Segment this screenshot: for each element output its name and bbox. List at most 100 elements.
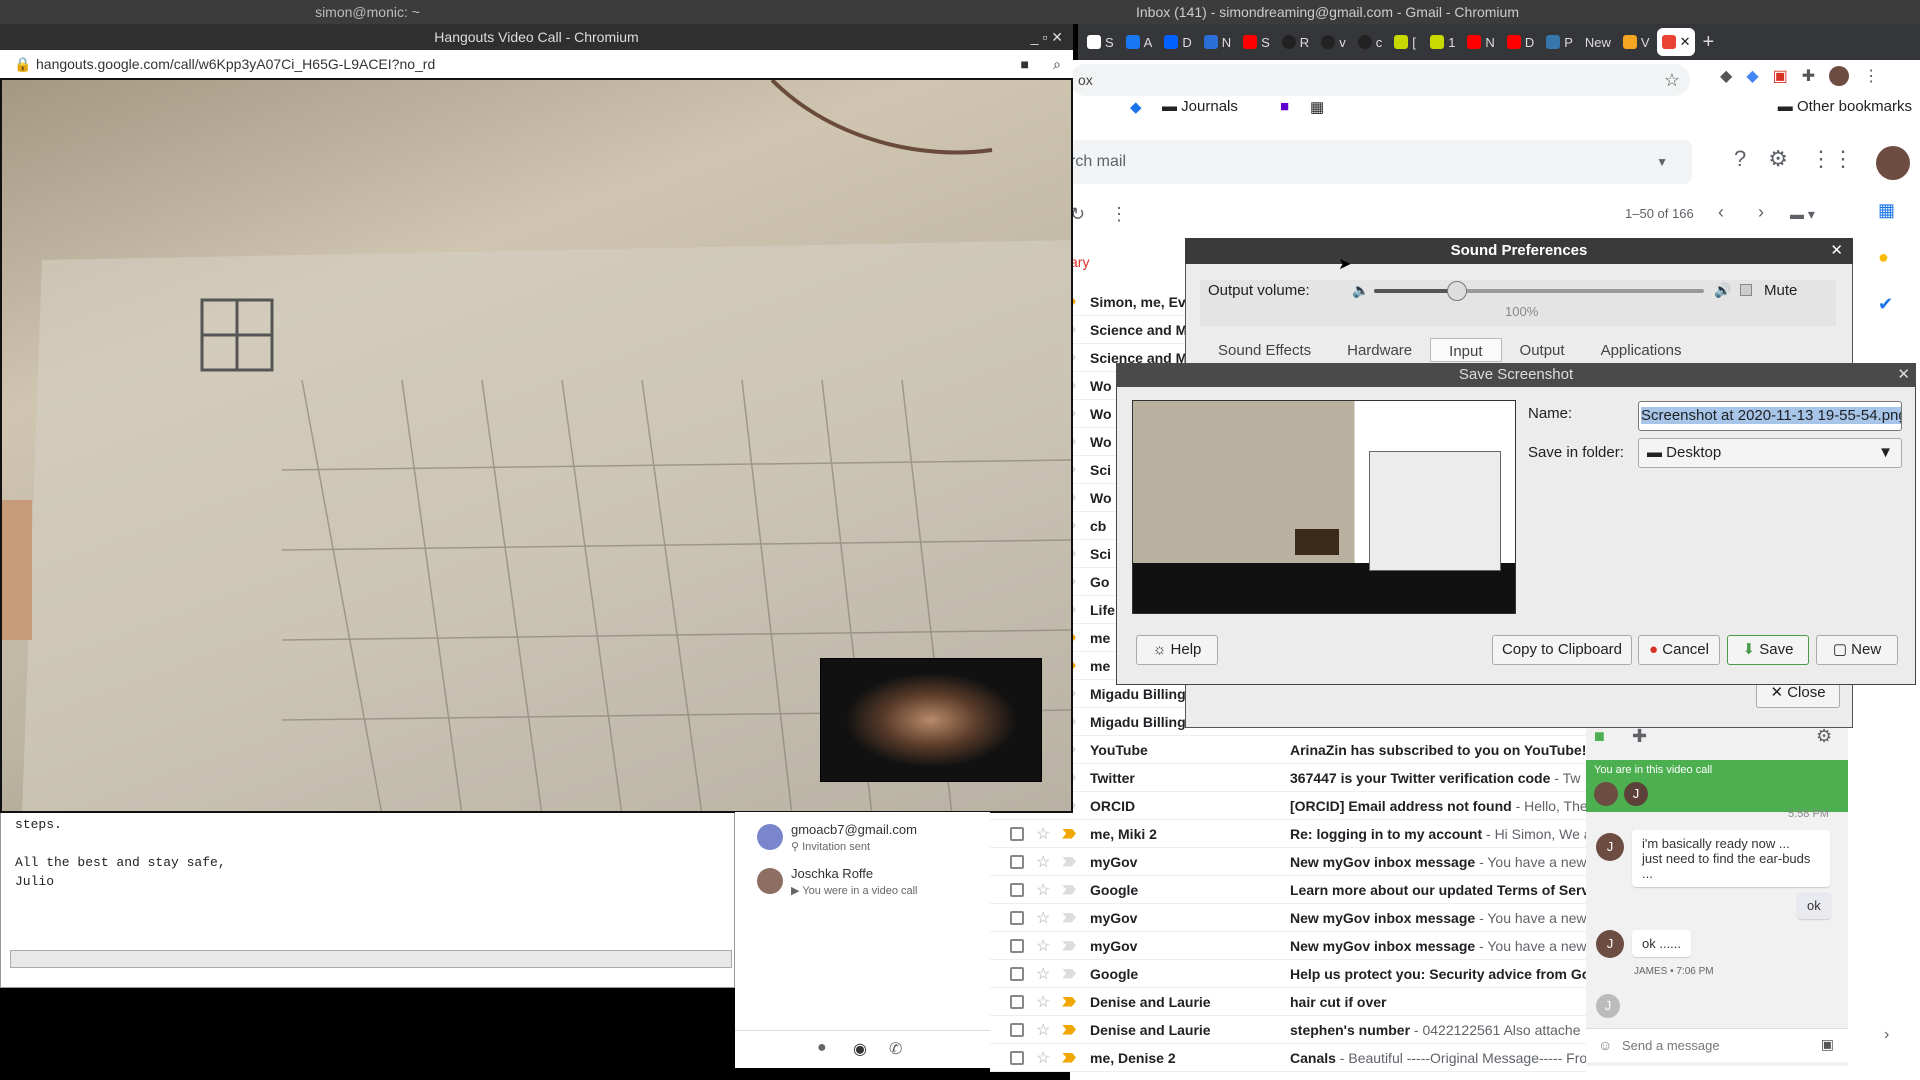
star-icon[interactable]: ☆	[1036, 824, 1054, 844]
tasks-icon[interactable]: ✔	[1878, 294, 1895, 315]
star-icon[interactable]: ☆	[1036, 1020, 1054, 1040]
row-checkbox[interactable]	[1010, 966, 1024, 981]
browser-tab-active[interactable]: ✕	[1656, 28, 1696, 56]
table-row[interactable]: ☆ me, Denise 2 Canals - Beautiful -----Ori…	[990, 1044, 1586, 1072]
browser-tab[interactable]: V	[1618, 28, 1655, 56]
important-icon[interactable]	[1062, 828, 1076, 839]
extension-icon[interactable]: ◆	[1720, 66, 1732, 86]
keyboard-icon[interactable]: ▬ ▾	[1790, 206, 1815, 223]
star-icon[interactable]: ☆	[1036, 880, 1054, 900]
chat-icon[interactable]: ◉	[853, 1039, 867, 1059]
row-checkbox[interactable]	[1010, 1022, 1024, 1037]
star-icon[interactable]: ☆	[1036, 936, 1054, 956]
puzzle-icon[interactable]: ✚	[1802, 66, 1815, 86]
table-row[interactable]: ☆ORCID[ORCID] Email address not found - …	[990, 792, 1586, 820]
image-icon[interactable]: ▣	[1821, 1036, 1834, 1053]
row-checkbox[interactable]	[1010, 994, 1024, 1009]
important-icon[interactable]	[1062, 856, 1076, 867]
star-icon[interactable]: ☆	[1036, 1048, 1054, 1068]
tab-output[interactable]: Output	[1502, 338, 1583, 362]
emoji-icon[interactable]: ☺	[1598, 1037, 1612, 1053]
row-checkbox[interactable]	[1010, 938, 1024, 953]
browser-tab[interactable]: c	[1353, 28, 1388, 56]
browser-tab[interactable]: S	[1082, 28, 1119, 56]
close-icon[interactable]: ✕	[1830, 238, 1843, 264]
browser-tab[interactable]: 1	[1425, 28, 1460, 56]
close-icon[interactable]: ✕	[1897, 363, 1910, 387]
row-checkbox[interactable]	[1010, 910, 1024, 925]
table-row[interactable]: ☆ Google Help us protect you: Security adv…	[990, 960, 1586, 988]
close-tab-icon[interactable]: ✕	[1680, 34, 1691, 50]
help-icon[interactable]: ?	[1734, 146, 1746, 180]
browser-tab[interactable]: R	[1277, 28, 1314, 56]
browser-tab[interactable]: New	[1580, 28, 1616, 56]
bookmark-icon[interactable]: ▦	[1310, 98, 1324, 116]
table-row[interactable]: ☆ myGov New myGov inbox message - You have…	[990, 848, 1586, 876]
phone-icon[interactable]: ✆	[889, 1039, 902, 1059]
table-row[interactable]: ☆ myGov New myGov inbox message - You have…	[990, 932, 1586, 960]
browser-tab[interactable]: N	[1462, 28, 1499, 56]
browser-tab[interactable]: A	[1121, 28, 1158, 56]
prev-page-icon[interactable]: ‹	[1718, 202, 1724, 223]
address-bar[interactable]: ox ☆	[1070, 64, 1690, 96]
hangouts-url-bar[interactable]: 🔒 hangouts.google.com/call/w6Kpp3yA07Ci_H…	[0, 50, 1073, 78]
other-bookmarks[interactable]: ▬ Other bookmarks	[1778, 98, 1912, 115]
new-tab-button[interactable]: +	[1697, 28, 1731, 56]
table-row[interactable]: ☆YouTubeArinaZin has subscribed to you o…	[990, 736, 1586, 764]
tab-input[interactable]: Input	[1430, 338, 1502, 362]
camera-icon[interactable]: ■	[1021, 50, 1029, 78]
terminal-scrollbar[interactable]	[10, 950, 732, 968]
tab-applications[interactable]: Applications	[1583, 338, 1700, 362]
browser-tab[interactable]: P	[1541, 28, 1578, 56]
gear-icon[interactable]: ⚙	[1768, 146, 1788, 180]
search-input[interactable]: rch mail ▼	[1062, 140, 1692, 184]
avatar[interactable]	[1875, 146, 1910, 180]
browser-tab[interactable]: S	[1238, 28, 1275, 56]
cancel-button[interactable]: ● Cancel	[1638, 635, 1720, 665]
volume-handle[interactable]	[1446, 281, 1467, 301]
avatar[interactable]	[1829, 66, 1850, 86]
row-checkbox[interactable]	[1010, 826, 1024, 841]
table-row[interactable]: ☆ myGov New myGov inbox message - You have…	[990, 904, 1586, 932]
table-row[interactable]: ☆Twitter367447 is your Twitter verificat…	[990, 764, 1586, 792]
important-icon[interactable]	[1062, 912, 1076, 923]
table-row[interactable]: ☆ Denise and Laurie stephen's number - 042…	[990, 1016, 1586, 1044]
filename-input[interactable]: Screenshot at 2020-11-13 19-55-54.png	[1638, 401, 1902, 431]
self-view-video[interactable]	[820, 658, 1042, 782]
mute-checkbox[interactable]	[1740, 284, 1752, 296]
row-checkbox[interactable]	[1010, 854, 1024, 869]
video-call-icon[interactable]: ■	[1594, 726, 1605, 747]
browser-tab[interactable]: D	[1159, 28, 1196, 56]
browser-tab[interactable]: [	[1389, 28, 1423, 56]
keep-icon[interactable]: ●	[1878, 247, 1895, 268]
window-controls[interactable]: _ ▫ ✕	[1031, 24, 1063, 50]
row-checkbox[interactable]	[1010, 1050, 1024, 1065]
table-row[interactable]: ☆ me, Miki 2 Re: logging in to my account …	[990, 820, 1586, 848]
help-button[interactable]: ☼ Help	[1136, 635, 1218, 665]
important-icon[interactable]	[1062, 940, 1076, 951]
calendar-icon[interactable]: ▦	[1878, 200, 1895, 221]
next-page-icon[interactable]: ›	[1758, 202, 1764, 223]
table-row[interactable]: ☆ Google Learn more about our updated Term…	[990, 876, 1586, 904]
zoom-icon[interactable]: ⌕	[1053, 50, 1061, 78]
expand-panel-icon[interactable]: ›	[1884, 1026, 1889, 1044]
tab-sound-effects[interactable]: Sound Effects	[1200, 338, 1329, 362]
star-icon[interactable]: ☆	[1036, 908, 1054, 928]
save-button[interactable]: ⬇ Save	[1727, 635, 1809, 665]
apps-icon[interactable]: ⋮⋮	[1810, 146, 1854, 180]
important-icon[interactable]	[1062, 1052, 1076, 1063]
star-icon[interactable]: ☆	[1036, 964, 1054, 984]
important-icon[interactable]	[1062, 884, 1076, 895]
bookmark-journals[interactable]: ▬ Journals	[1162, 98, 1238, 115]
browser-tab[interactable]: N	[1199, 28, 1236, 56]
more-icon[interactable]: ⋮	[1110, 204, 1128, 225]
gear-icon[interactable]: ⚙	[1816, 726, 1832, 747]
copy-to-clipboard-button[interactable]: Copy to Clipboard	[1492, 635, 1632, 665]
message-input[interactable]: ☺ Send a message ▣	[1586, 1028, 1848, 1062]
important-icon[interactable]	[1062, 996, 1076, 1007]
search-options-icon[interactable]: ▼	[1656, 140, 1668, 184]
star-icon[interactable]: ☆	[1036, 852, 1054, 872]
new-button[interactable]: ▢ New	[1816, 635, 1898, 665]
star-icon[interactable]: ☆	[1036, 992, 1054, 1012]
contact-name[interactable]: Joschka Roffe	[791, 866, 873, 881]
